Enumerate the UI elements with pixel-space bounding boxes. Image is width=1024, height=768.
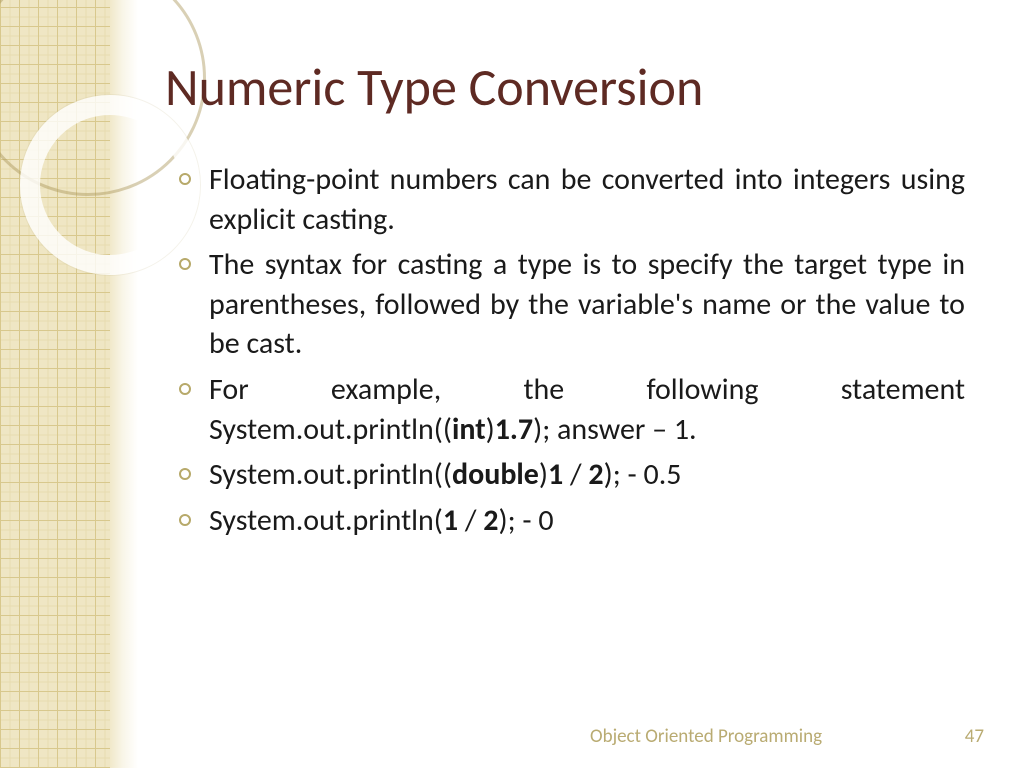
slide-title: Numeric Type Conversion <box>165 55 703 119</box>
footer-label: Object Oriented Programming <box>590 725 822 748</box>
decorative-ring-small <box>20 95 200 275</box>
slide: Numeric Type Conversion Floating-point n… <box>0 0 1024 768</box>
bullet-item: The syntax for casting a type is to spec… <box>175 245 965 364</box>
bullet-item: System.out.println(1 / 2); - 0 <box>175 501 965 541</box>
bullet-item: For example, the following statement Sys… <box>175 370 965 449</box>
page-number: 47 <box>965 725 984 748</box>
bullet-item: System.out.println((double)1 / 2); - 0.5 <box>175 455 965 495</box>
bullet-item: Floating-point numbers can be converted … <box>175 160 965 239</box>
slide-body: Floating-point numbers can be converted … <box>175 160 965 546</box>
bullet-list: Floating-point numbers can be converted … <box>175 160 965 540</box>
